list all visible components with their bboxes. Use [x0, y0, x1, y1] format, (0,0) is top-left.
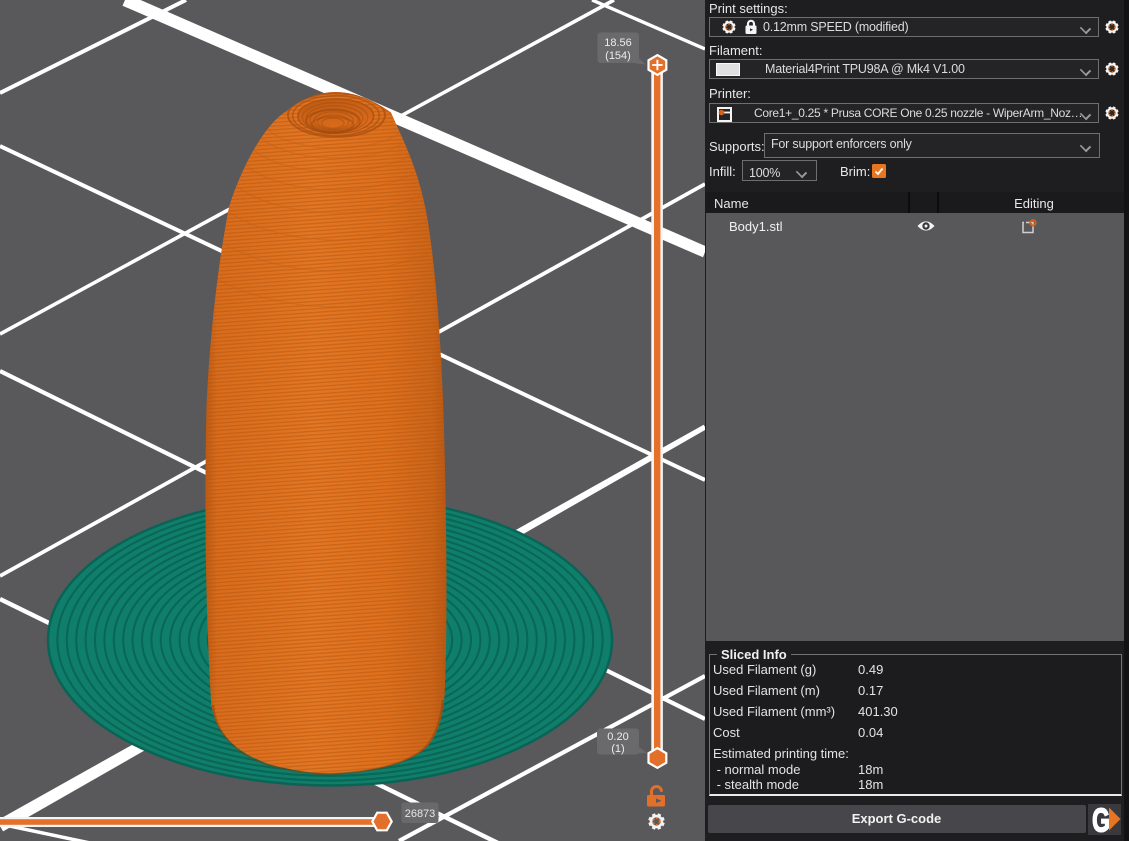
svg-text:0.20: 0.20 — [607, 731, 628, 743]
svg-text:26873: 26873 — [405, 808, 436, 820]
svg-text:(1): (1) — [611, 743, 624, 755]
svg-text:G: G — [1092, 804, 1110, 835]
svg-text:18.56: 18.56 — [604, 37, 632, 49]
svg-text:(154): (154) — [605, 50, 631, 62]
